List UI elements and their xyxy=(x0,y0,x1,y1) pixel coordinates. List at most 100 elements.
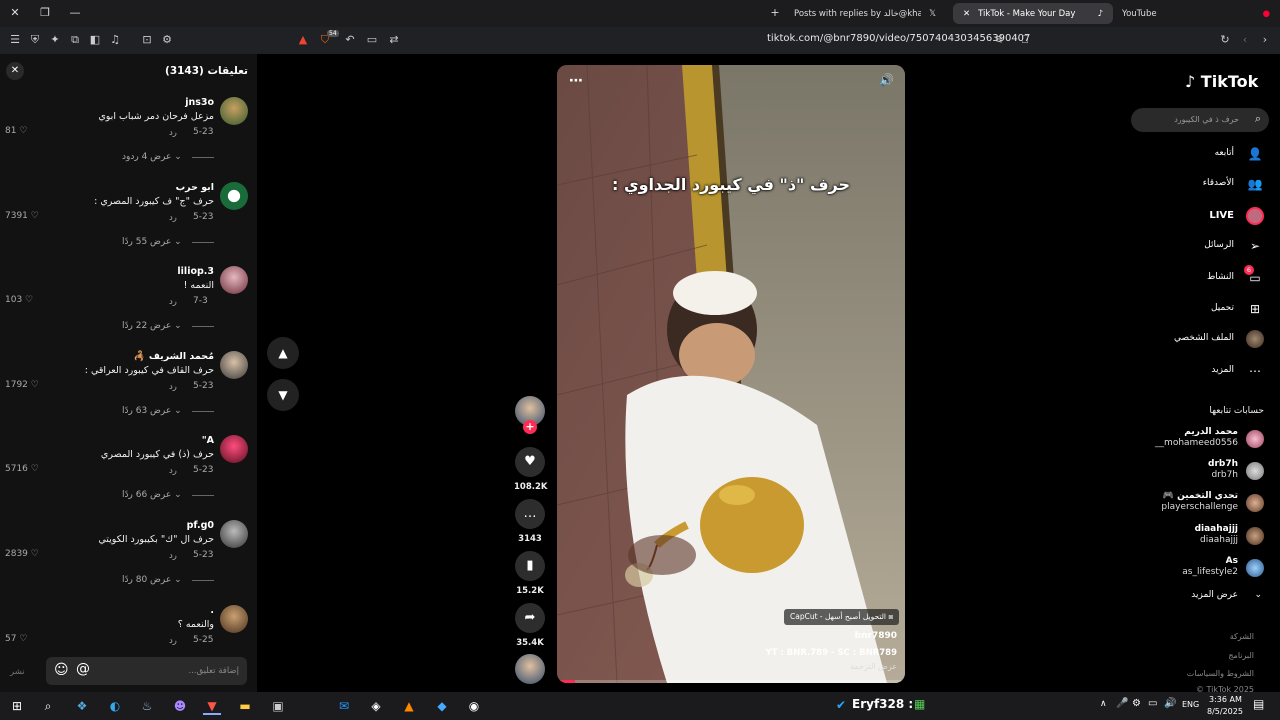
search-icon[interactable]: ⌕ xyxy=(1255,112,1261,126)
file-explorer-icon[interactable]: ▬ xyxy=(236,697,254,715)
view-replies-button[interactable]: ⌄ عرض 55 ردًا xyxy=(122,237,182,247)
app2-icon[interactable]: ◆ xyxy=(433,697,451,715)
capcut-badge[interactable]: CapCut - التحويل أصبح أسهل ⧈ xyxy=(784,609,900,625)
avatar[interactable] xyxy=(220,182,248,210)
obs-icon[interactable]: ◉ xyxy=(465,697,483,715)
sidebar-icon[interactable]: ◧ xyxy=(88,33,102,47)
footer-terms-link[interactable]: الشروط والسياسات xyxy=(1187,669,1254,678)
following-account[interactable]: تحدي التخمين 🎮 playerschallenge xyxy=(1124,491,1264,519)
comment-username[interactable]: A" xyxy=(202,435,214,446)
tab-twitter[interactable]: Posts with replies by خالد@khaled51 (@kh… xyxy=(784,3,946,24)
avatar[interactable] xyxy=(220,605,248,633)
search-input[interactable]: حرف ذ في الكيبورد ⌕ xyxy=(1131,108,1269,132)
tray-chevron-icon[interactable]: ∧ xyxy=(1100,699,1107,709)
bookmark-icon[interactable]: ▮ xyxy=(515,551,545,581)
comment-likes[interactable]: 57 xyxy=(5,634,27,644)
avatar[interactable] xyxy=(220,266,248,294)
page-settings-icon[interactable]: ⚟ xyxy=(992,33,1006,47)
clock-date[interactable]: 8/5/2025 xyxy=(1207,707,1243,716)
view-replies-button[interactable]: ⌄ عرض 63 ردًا xyxy=(122,406,182,416)
settings-icon[interactable]: ⚙ xyxy=(160,33,174,47)
previous-video-button[interactable]: ▲ xyxy=(267,337,299,369)
close-tab-icon[interactable]: ✕ xyxy=(963,9,970,19)
search-icon[interactable]: ⌕ xyxy=(39,697,57,715)
mention-icon[interactable]: @ xyxy=(76,661,90,677)
reply-button[interactable]: رد xyxy=(169,128,177,138)
view-replies-button[interactable]: ⌄ عرض 80 ردًا xyxy=(122,575,182,585)
brave-icon[interactable]: ▼ xyxy=(203,697,221,715)
see-more-button[interactable]: عرض المزيد ⌄ xyxy=(1124,590,1264,606)
heart-icon[interactable]: ♥ xyxy=(515,447,545,477)
menu-icon[interactable]: ☰ xyxy=(8,33,22,47)
media-title[interactable]: Eryf328 : xyxy=(852,697,913,711)
see-translation-link[interactable]: عرض الترجمة xyxy=(850,662,897,671)
comment-likes[interactable]: 103 xyxy=(5,295,33,305)
creator-avatar[interactable]: + xyxy=(514,396,546,434)
footer-company-link[interactable]: الشركة xyxy=(1230,632,1254,641)
nav-messages[interactable]: الرسائل ➢ xyxy=(1124,236,1264,256)
tabs-icon[interactable]: ⧉ xyxy=(68,33,82,47)
save-button[interactable]: ▮ 15.2K xyxy=(514,551,546,596)
restore-window-icon[interactable]: ❐ xyxy=(38,6,52,20)
screenshot-icon[interactable]: ⊡ xyxy=(140,33,154,47)
windows-start-icon[interactable]: ⊞ xyxy=(8,697,26,715)
comment-likes[interactable]: 81 xyxy=(5,126,27,136)
edge-icon[interactable]: ◐ xyxy=(106,697,124,715)
comment-icon[interactable]: … xyxy=(515,499,545,529)
avatar[interactable] xyxy=(220,97,248,125)
tab-youtube[interactable]: YouTube ● xyxy=(1112,3,1280,24)
network-icon[interactable]: ▭ xyxy=(1148,698,1157,709)
comment-likes[interactable]: 5716 xyxy=(5,464,39,474)
footer-program-link[interactable]: البرنامج xyxy=(1228,651,1254,660)
following-account[interactable]: drb7h drb7h xyxy=(1124,459,1264,487)
audio-app-icon[interactable]: ▲ xyxy=(400,697,418,715)
music-disc[interactable] xyxy=(514,654,546,684)
volume-icon[interactable]: 🔊 xyxy=(1164,698,1176,709)
outlook-icon[interactable]: ✉ xyxy=(335,697,353,715)
post-comment-button[interactable]: نشر xyxy=(10,667,25,677)
nav-activity[interactable]: النشاط ▭ 6 xyxy=(1124,265,1264,288)
view-replies-button[interactable]: ⌄ عرض 66 ردًا xyxy=(122,490,182,500)
view-replies-button[interactable]: ⌄ عرض 4 ردود xyxy=(122,152,182,162)
avatar[interactable] xyxy=(220,520,248,548)
copilot-icon[interactable]: ❖ xyxy=(73,697,91,715)
close-comments-icon[interactable]: ✕ xyxy=(6,62,24,80)
nav-more[interactable]: المزيد ⋯ xyxy=(1124,361,1264,381)
reload-icon[interactable]: ↻ xyxy=(1218,33,1232,47)
tiktok-logo[interactable]: ♪ TikTok xyxy=(1185,72,1258,91)
reply-button[interactable]: رد xyxy=(169,636,177,646)
minimize-window-icon[interactable]: — xyxy=(68,6,82,20)
shield-icon[interactable]: ⛨ xyxy=(28,33,42,47)
music-icon[interactable]: ♫ xyxy=(108,33,122,47)
new-tab-icon[interactable]: + xyxy=(768,6,782,20)
bookmark-icon[interactable]: ⎕ xyxy=(1018,33,1032,47)
comment-username[interactable]: liliop.3 xyxy=(177,266,214,277)
like-button[interactable]: ♥ 108.2K xyxy=(514,447,547,492)
volume-icon[interactable]: 🔊 xyxy=(879,73,894,87)
reply-button[interactable]: رد xyxy=(169,382,177,392)
nav-following[interactable]: أتابعه 👤 xyxy=(1124,144,1264,164)
reply-button[interactable]: رد xyxy=(169,551,177,561)
close-window-icon[interactable]: ✕ xyxy=(8,6,22,20)
comment-likes[interactable]: 2839 xyxy=(5,549,39,559)
next-video-button[interactable]: ▼ xyxy=(267,379,299,411)
comment-likes[interactable]: 1792 xyxy=(5,380,39,390)
follow-plus-icon[interactable]: + xyxy=(523,420,537,434)
brave-rewards-icon[interactable]: ▲ xyxy=(296,33,310,47)
comment-username[interactable]: pf.g0 xyxy=(187,520,214,531)
share-icon[interactable]: ➦ xyxy=(515,603,545,633)
music-disc-icon[interactable] xyxy=(515,654,545,684)
comment-input[interactable]: إضافة تعليق... ☺ @ xyxy=(46,657,247,685)
undo-icon[interactable]: ↶ xyxy=(343,33,357,47)
more-options-icon[interactable]: ⋯ xyxy=(569,73,583,89)
notifications-icon[interactable]: ▤ xyxy=(1253,697,1264,711)
tray-app-icon[interactable]: ⚙ xyxy=(1132,698,1141,709)
comment-username[interactable]: . xyxy=(210,605,214,616)
following-account[interactable]: محمد الدريم __mohameed0556 xyxy=(1124,427,1264,455)
reply-button[interactable]: رد xyxy=(169,466,177,476)
avatar[interactable] xyxy=(220,435,248,463)
address-bar-url[interactable]: tiktok.com/@bnr7890/video/75074043034563… xyxy=(767,33,1030,44)
share-button[interactable]: ➦ 35.4K xyxy=(514,603,546,648)
reply-button[interactable]: رد xyxy=(169,297,177,307)
screen-icon[interactable]: ▭ xyxy=(365,33,379,47)
